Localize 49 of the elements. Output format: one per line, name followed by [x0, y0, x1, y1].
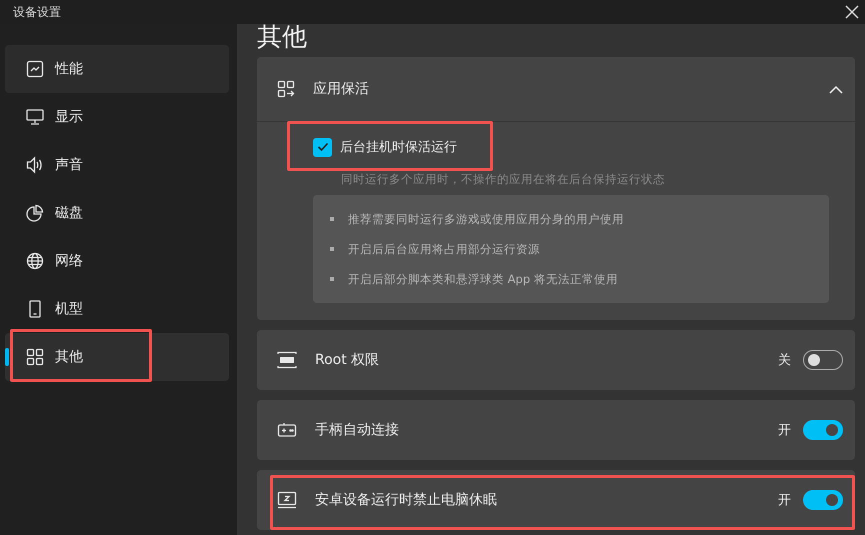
toggle-switch[interactable] [803, 350, 843, 370]
globe-icon [26, 252, 44, 270]
sidebar-item-label: 显示 [55, 108, 83, 126]
setting-title: Root 权限 [315, 351, 380, 369]
toggle-state-label: 开 [778, 492, 791, 509]
note-text: 开启后部分脚本类和悬浮球类 App 将无法正常使用 [348, 272, 618, 286]
toggle-state-label: 开 [778, 422, 791, 439]
chevron-up-icon[interactable] [829, 84, 843, 94]
sidebar-item[interactable]: 声音 [5, 141, 229, 189]
sidebar-item[interactable]: 机型 [5, 285, 229, 333]
sidebar-item-label: 网络 [55, 252, 83, 270]
monitor-icon [26, 108, 44, 126]
toggle-switch[interactable] [803, 490, 843, 510]
sidebar-item[interactable]: 其他 [5, 333, 229, 381]
bullet-icon [330, 247, 334, 251]
grid-icon [26, 348, 44, 366]
checkbox-label: 后台挂机时保活运行 [340, 139, 457, 156]
setting-title: 安卓设备运行时禁止电脑休眠 [315, 491, 497, 509]
sidebar-item-label: 性能 [55, 60, 83, 78]
sidebar-item-label: 机型 [55, 300, 83, 318]
window-title: 设备设置 [13, 4, 61, 20]
page-title: 其他 [257, 24, 308, 50]
note-text: 推荐需要同时运行多游戏或使用应用分身的用户使用 [348, 212, 624, 226]
sidebar-item-label: 声音 [55, 156, 83, 174]
sidebar-item[interactable]: 性能 [5, 45, 229, 93]
sidebar-item[interactable]: 网络 [5, 237, 229, 285]
checkbox[interactable] [313, 138, 332, 156]
pie-chart-icon [26, 204, 44, 222]
sidebar-item[interactable]: 显示 [5, 93, 229, 141]
gamepad-icon [277, 421, 297, 439]
selection-indicator [5, 348, 9, 366]
bullet-icon [330, 277, 334, 281]
root-icon [277, 351, 297, 369]
setting-title: 应用保活 [313, 80, 369, 98]
toggle-state-label: 关 [778, 352, 791, 369]
sidebar-item[interactable]: 磁盘 [5, 189, 229, 237]
checkmark-icon [316, 142, 328, 152]
monitor-z-icon [277, 491, 297, 509]
bullet-icon [330, 217, 334, 221]
setting-title: 手柄自动连接 [315, 421, 399, 439]
sidebar-item-label: 磁盘 [55, 204, 83, 222]
close-icon[interactable] [845, 5, 859, 19]
apps-arrow-icon [277, 80, 295, 98]
note-text: 开启后后台应用将占用部分运行资源 [348, 242, 540, 256]
toggle-switch[interactable] [803, 420, 843, 440]
sidebar-item-label: 其他 [55, 348, 83, 366]
option-description: 同时运行多个应用时，不操作的应用在将在后台保持运行状态 [340, 172, 666, 187]
speaker-icon [26, 156, 44, 174]
chart-icon [26, 60, 44, 78]
